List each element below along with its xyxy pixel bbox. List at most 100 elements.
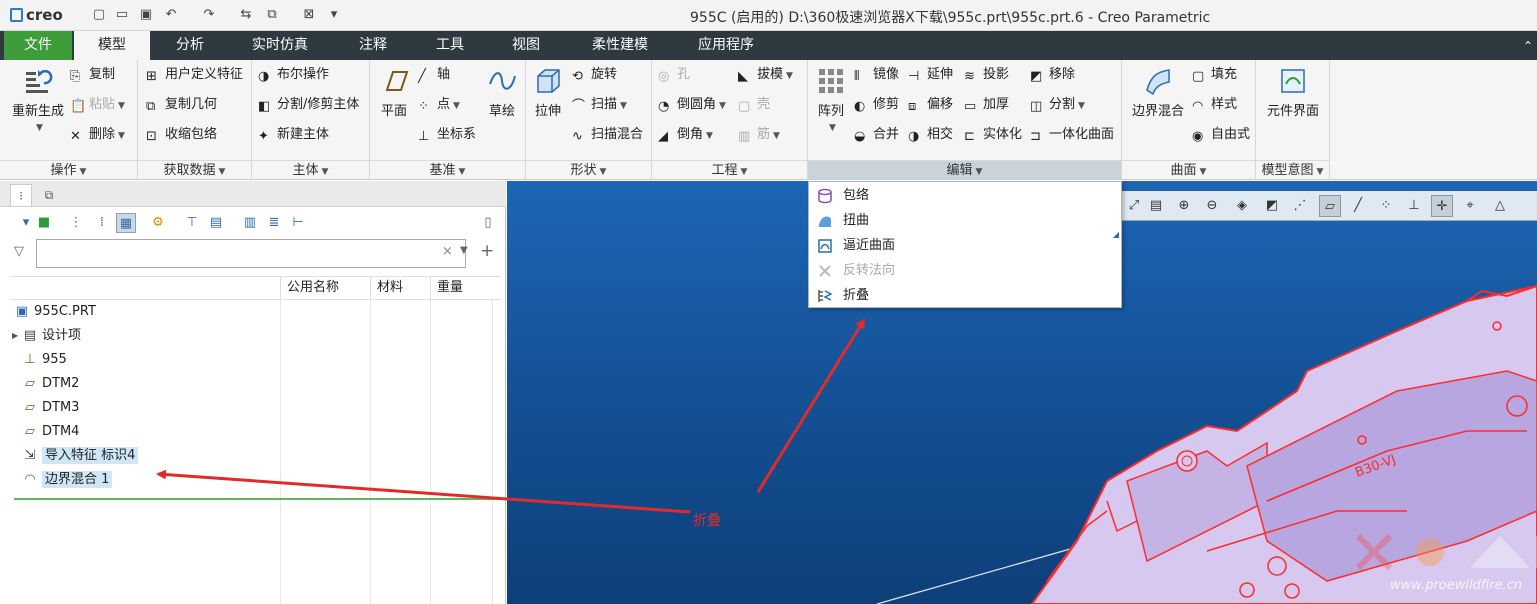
column-common-name[interactable]: 公用名称 (280, 277, 370, 299)
spin-center-icon[interactable]: ✛ (1431, 195, 1453, 217)
render-icon[interactable]: △ (1489, 195, 1511, 217)
tree-item-dtm2[interactable]: ▱ DTM2 (14, 373, 79, 395)
file-menu-tab[interactable]: 文件 (4, 31, 72, 60)
open-file-icon[interactable]: ▭ (113, 7, 131, 23)
copy-button[interactable]: ⎘ 复制 (70, 64, 115, 86)
layers-icon[interactable]: ▤ (206, 213, 226, 233)
tree-item-design-items[interactable]: ▶ ▤ 设计项 (12, 325, 81, 347)
component-interface-button[interactable]: 元件界面 (1260, 66, 1326, 119)
regenerate-button[interactable]: 重新生成 ▼ (8, 66, 68, 134)
plane-button[interactable]: 平面 (376, 66, 412, 119)
plane-display-icon[interactable]: ▱ (1319, 195, 1341, 217)
group-footer-shapes[interactable]: 形状 ▼ (526, 160, 651, 180)
sweep-button[interactable]: ⌒ 扫描 ▼ (572, 94, 627, 116)
solidify-button[interactable]: ⊏ 实体化 (964, 124, 1022, 146)
csys-button[interactable]: ⊥ 坐标系 (418, 124, 476, 146)
annotation-display-icon[interactable]: ⋰ (1289, 195, 1311, 217)
tab-applications[interactable]: 应用程序 (684, 31, 768, 60)
tab-simulation[interactable]: 实时仿真 (240, 31, 320, 60)
revolve-button[interactable]: ⟲ 旋转 (572, 64, 617, 86)
point-display-icon[interactable]: ⁘ (1375, 195, 1397, 217)
tree-list-icon[interactable]: ⁞ (92, 213, 112, 233)
folder-browser-tab-icon[interactable]: ⧉ (38, 184, 60, 206)
tab-view[interactable]: 视图 (496, 31, 556, 60)
udf-button[interactable]: ⊞ 用户定义特征 (146, 64, 243, 86)
boundary-blend-button[interactable]: 边界混合 (1126, 66, 1190, 119)
tree-item-boundary-blend[interactable]: ◠ 边界混合 1 (14, 469, 113, 491)
customize-toolbar-icon[interactable]: ▾ (325, 7, 343, 23)
warp-menu-item[interactable]: 扭曲 (809, 208, 1121, 233)
group-footer-surfaces[interactable]: 曲面 ▼ (1122, 160, 1255, 180)
boolean-button[interactable]: ◑ 布尔操作 (258, 64, 329, 86)
group-footer-model-intent[interactable]: 模型意图 ▼ (1256, 160, 1329, 180)
add-filter-icon[interactable]: + (480, 241, 494, 261)
refit-icon[interactable]: ⤢ (1123, 195, 1145, 217)
tree-item-dtm4[interactable]: ▱ DTM4 (14, 421, 79, 443)
search-input[interactable] (36, 239, 466, 268)
save-icon[interactable]: ▣ (137, 7, 155, 23)
group-footer-operations[interactable]: 操作 ▼ (0, 160, 137, 180)
round-button[interactable]: ◔ 倒圆角 ▼ (658, 94, 726, 116)
swept-blend-button[interactable]: ∿ 扫描混合 (572, 124, 643, 146)
column-material[interactable]: 材料 (370, 277, 430, 299)
paste-button[interactable]: 📋 粘贴 ▼ (70, 94, 125, 116)
tree-item-import-feature[interactable]: ⇲ 导入特征 标识4 (14, 445, 139, 467)
tree-item-dtm3[interactable]: ▱ DTM3 (14, 397, 79, 419)
group-footer-engineering[interactable]: 工程 ▼ (652, 160, 807, 180)
wrap-menu-item[interactable]: 包络 (809, 183, 1121, 208)
thicken-button[interactable]: ▭ 加厚 (964, 94, 1009, 116)
perspective-icon[interactable]: ⌖ (1459, 195, 1481, 217)
axis-button[interactable]: ╱ 轴 (418, 64, 450, 86)
fold-menu-item[interactable]: 折叠 (809, 283, 1121, 308)
model-tree-tab-icon[interactable]: ⁝ (10, 184, 32, 206)
page-icon[interactable]: ▯ (478, 213, 498, 233)
csys-display-icon[interactable]: ⊥ (1403, 195, 1425, 217)
group-footer-get-data[interactable]: 获取数据 ▼ (138, 160, 251, 180)
rib-button[interactable]: ▥ 筋 ▼ (738, 124, 780, 146)
insert-indicator[interactable] (14, 498, 500, 500)
group-footer-datum[interactable]: 基准 ▼ (370, 160, 525, 180)
group-footer-editing[interactable]: 编辑 ▼ (808, 160, 1121, 180)
merge-button[interactable]: ◒ 合并 (854, 124, 899, 146)
zoom-out-icon[interactable]: ⊖ (1201, 195, 1223, 217)
settings-icon[interactable]: ⚙ (148, 213, 168, 233)
mirror-button[interactable]: ⫴ 镜像 (854, 64, 899, 86)
saved-views-icon[interactable]: ▤ (1145, 195, 1167, 217)
hierarchy-icon[interactable]: ⊢ (288, 213, 308, 233)
pattern-button[interactable]: 阵列 ▼ (812, 66, 850, 134)
unify-surface-button[interactable]: ⊐ 一体化曲面 (1030, 124, 1114, 146)
new-file-icon[interactable]: ▢ (90, 7, 108, 23)
split-button[interactable]: ◫ 分割 ▼ (1030, 94, 1085, 116)
shrinkwrap-button[interactable]: ⊡ 收缩包络 (146, 124, 217, 146)
close-window-icon[interactable]: ⊠ (300, 7, 318, 23)
view-manager-icon[interactable]: ◩ (1261, 195, 1283, 217)
fill-button[interactable]: ▢ 填充 (1192, 64, 1237, 86)
approximate-surface-menu-item[interactable]: 逼近曲面 (809, 233, 1121, 258)
new-body-button[interactable]: ✦ 新建主体 (258, 124, 329, 146)
tree-item-part[interactable]: ▣ 955C.PRT (14, 301, 96, 323)
minimize-ribbon-icon[interactable]: ⌃ (1523, 39, 1533, 53)
search-dropdown-icon[interactable]: ▼ (460, 245, 468, 256)
table-icon[interactable]: ▥ (240, 213, 260, 233)
zoom-in-icon[interactable]: ⊕ (1173, 195, 1195, 217)
copy-geometry-button[interactable]: ⧉ 复制几何 (146, 94, 217, 116)
split-trim-body-button[interactable]: ◧ 分割/修剪主体 (258, 94, 359, 116)
stack-icon[interactable]: ≣ (264, 213, 284, 233)
tree-columns-icon[interactable]: ▦ (116, 213, 136, 233)
shell-button[interactable]: ▢ 壳 (738, 94, 770, 116)
extrude-button[interactable]: 拉伸 (530, 66, 566, 119)
group-footer-body[interactable]: 主体 ▼ (252, 160, 369, 180)
column-weight[interactable]: 重量 (430, 277, 492, 299)
tab-annotate[interactable]: 注释 (343, 31, 403, 60)
extend-button[interactable]: ⊣ 延伸 (908, 64, 953, 86)
show-menu-icon[interactable]: ▾ (16, 213, 36, 233)
tab-analysis[interactable]: 分析 (160, 31, 220, 60)
redo-icon[interactable]: ↷ (200, 7, 218, 23)
regenerate-quick-icon[interactable]: ⇆ (237, 7, 255, 23)
delete-button[interactable]: ✕ 删除 ▼ (70, 124, 125, 146)
offset-button[interactable]: ⧈ 偏移 (908, 94, 953, 116)
windows-icon[interactable]: ⧉ (263, 7, 281, 23)
tab-tools[interactable]: 工具 (420, 31, 480, 60)
project-button[interactable]: ≋ 投影 (964, 64, 1009, 86)
freestyle-button[interactable]: ◉ 自由式 (1192, 124, 1250, 146)
